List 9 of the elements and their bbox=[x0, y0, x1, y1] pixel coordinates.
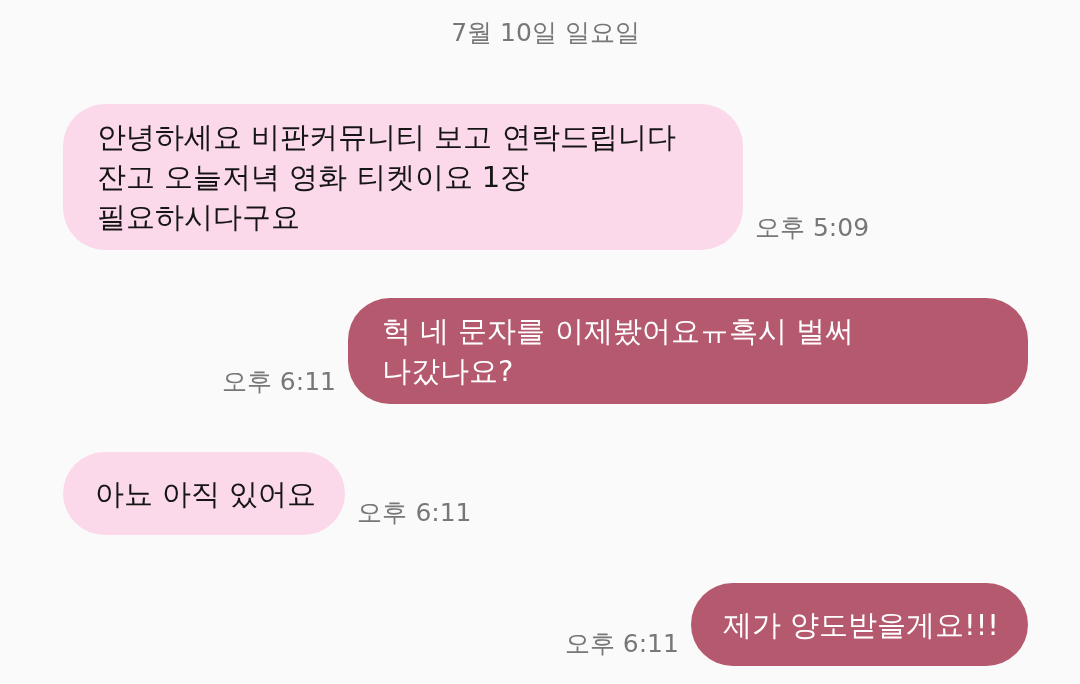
message-time: 오후 6:11 bbox=[357, 497, 472, 529]
received-message-bubble: 아뇨 아직 있어요 bbox=[63, 452, 346, 535]
sent-message-bubble: 제가 양도받을게요!!! bbox=[690, 583, 1028, 666]
received-message-bubble: 안녕하세요 비판커뮤니티 보고 연락드립니다 잔고 오늘저녁 영화 티켓이요 1장 필요하시다구요 bbox=[63, 104, 743, 250]
sent-message-bubble: 헉 네 문자를 이제봤어요ㅠ혹시 벌써 나갔나요? bbox=[348, 298, 1028, 404]
message-time: 오후 5:09 bbox=[755, 212, 870, 244]
date-header: 7월 10일 일요일 bbox=[451, 17, 640, 49]
message-time: 오후 6:11 bbox=[564, 628, 679, 660]
message-time: 오후 6:11 bbox=[221, 366, 336, 398]
